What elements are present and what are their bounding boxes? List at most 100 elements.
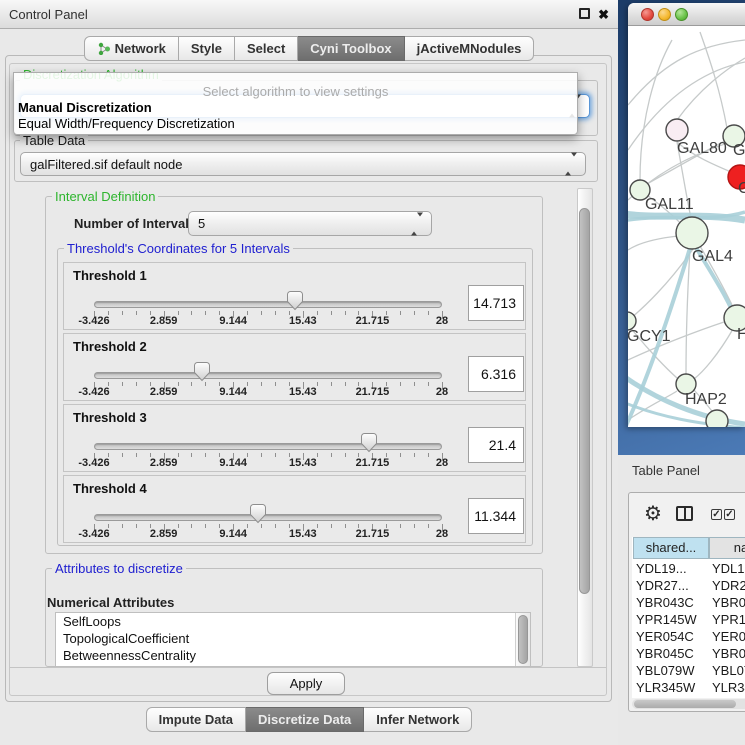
slider-tick-label: -3.426 xyxy=(78,457,109,469)
main-scrollbar-thumb[interactable] xyxy=(579,208,590,594)
threshold-value-field[interactable]: 21.4 xyxy=(468,427,524,463)
slider-tick xyxy=(275,524,276,528)
gear-icon[interactable]: ⚙ xyxy=(644,501,662,526)
table-row[interactable]: YDR27...YDR27... xyxy=(632,577,745,594)
table-row[interactable]: YPR145WYPR145W xyxy=(632,611,745,628)
network-node-label: H xyxy=(737,326,745,343)
tab-style[interactable]: Style xyxy=(179,36,235,61)
slider-thumb[interactable] xyxy=(249,503,267,524)
combo-arrows-icon xyxy=(411,212,423,235)
numerical-attributes-list[interactable]: SelfLoopsTopologicalCoefficientBetweenne… xyxy=(55,612,531,667)
dropdown-prompt-item[interactable]: Select algorithm to view settings xyxy=(14,84,577,99)
network-node-green[interactable] xyxy=(676,217,708,249)
table-row[interactable]: YER054CYER054C xyxy=(632,628,745,645)
attributes-scrollbar-thumb[interactable] xyxy=(518,615,528,664)
slider-tick xyxy=(261,382,262,386)
select-all-checkbox-icon[interactable]: ✓ xyxy=(711,509,722,520)
slider-tick xyxy=(345,524,346,528)
number-of-intervals-combobox[interactable]: 5 xyxy=(188,211,432,236)
attributes-group-label: Attributes to discretize xyxy=(52,561,186,576)
network-node-label: GCY1 xyxy=(628,328,671,345)
tab-select[interactable]: Select xyxy=(235,36,298,61)
slider-thumb[interactable] xyxy=(360,432,378,453)
tab-label: Style xyxy=(191,37,222,60)
tab-jactivemnodules[interactable]: jActiveMNodules xyxy=(405,36,535,61)
attributes-scrollbar[interactable] xyxy=(515,613,530,666)
table-row[interactable]: YBR043CYBR043C xyxy=(632,594,745,611)
tab-cyni-toolbox[interactable]: Cyni Toolbox xyxy=(298,36,404,61)
bottom-tab-label: Impute Data xyxy=(159,708,233,731)
slider-thumb[interactable] xyxy=(193,361,211,382)
network-canvas[interactable]: GAL80GALCGAL11GAL4HGCY1HAP2 xyxy=(628,26,745,427)
table-hscrollbar[interactable] xyxy=(632,699,745,709)
network-node-label: GAL xyxy=(733,142,745,159)
slider-tick-label: 28 xyxy=(436,315,448,327)
bottom-tab-discretize-data[interactable]: Discretize Data xyxy=(246,707,364,732)
table-cell: YDR27... xyxy=(636,577,712,594)
slider-tick xyxy=(136,382,137,386)
thresholds-group-label: Threshold's Coordinates for 5 Intervals xyxy=(64,241,293,256)
threshold-value-field[interactable]: 11.344 xyxy=(468,498,524,534)
dropdown-item-equal-width-frequency-discretization[interactable]: Equal Width/Frequency Discretization xyxy=(18,116,235,131)
slider-tick-label: 28 xyxy=(436,528,448,540)
table-column-header-shared-name[interactable]: shared... xyxy=(633,537,709,559)
network-edge xyxy=(628,236,678,250)
network-node-green[interactable] xyxy=(706,410,728,427)
table-column-header-name[interactable]: name xyxy=(709,537,745,559)
content-bottom-divider xyxy=(10,667,606,668)
table-row[interactable]: YBL079WYBL079W xyxy=(632,662,745,679)
table-row[interactable]: YIL052CYIL052C xyxy=(632,696,745,698)
slider-track[interactable] xyxy=(94,372,442,379)
network-node-label: GAL4 xyxy=(692,248,733,265)
algorithm-dropdown-popup: Select algorithm to view settings Manual… xyxy=(13,72,578,135)
table-cell: YBR043C xyxy=(712,594,745,611)
slider-tick xyxy=(331,524,332,528)
table-row[interactable]: YBR045CYBR045C xyxy=(632,645,745,662)
slider-track[interactable] xyxy=(94,514,442,521)
node-attribute-table[interactable]: shared...name YDL19...YDL19...YDR27...YD… xyxy=(632,537,745,698)
threshold-value-field[interactable]: 14.713 xyxy=(468,285,524,321)
close-icon[interactable]: ✖ xyxy=(598,8,609,21)
minimize-traffic-icon[interactable] xyxy=(658,8,671,21)
control-panel-window: Control Panel ✖ NetworkStyleSelectCyni T… xyxy=(0,0,618,745)
slider-tick xyxy=(400,382,401,386)
slider-tick-label: 21.715 xyxy=(356,315,390,327)
network-node-pink[interactable] xyxy=(666,119,688,141)
number-of-intervals-value: 5 xyxy=(198,216,205,231)
bottom-tab-infer-network[interactable]: Infer Network xyxy=(364,707,472,732)
select-none-checkbox-icon[interactable]: ✓ xyxy=(724,509,735,520)
table-hscrollbar-thumb[interactable] xyxy=(634,700,736,708)
table-row[interactable]: YDL19...YDL19... xyxy=(632,560,745,577)
slider-tick xyxy=(261,453,262,457)
close-traffic-icon[interactable] xyxy=(641,8,654,21)
bottom-tab-impute-data[interactable]: Impute Data xyxy=(146,707,246,732)
threshold-value-field[interactable]: 6.316 xyxy=(468,356,524,392)
attribute-list-item[interactable]: TopologicalCoefficient xyxy=(56,630,530,647)
split-columns-icon[interactable] xyxy=(676,506,693,521)
network-node-label: C xyxy=(738,180,745,197)
attribute-list-item[interactable]: BetweennessCentrality xyxy=(56,647,530,664)
attribute-list-item[interactable]: SelfLoops xyxy=(56,613,530,630)
main-scrollbar-track[interactable] xyxy=(577,188,593,667)
table-data-combobox[interactable]: galFiltered.sif default node xyxy=(20,152,586,176)
zoom-traffic-icon[interactable] xyxy=(675,8,688,21)
table-cell: YLR345W xyxy=(636,679,712,696)
network-window-titlebar[interactable] xyxy=(628,3,745,26)
slider-tick xyxy=(136,453,137,457)
dropdown-item-manual-discretization[interactable]: Manual Discretization xyxy=(18,100,152,115)
slider-track[interactable] xyxy=(94,301,442,308)
tab-network[interactable]: Network xyxy=(84,36,179,61)
threshold-label: Threshold 2 xyxy=(73,339,147,354)
slider-thumb[interactable] xyxy=(286,290,304,311)
apply-button[interactable]: Apply xyxy=(267,672,345,695)
slider-tick xyxy=(331,382,332,386)
slider-tick xyxy=(414,453,415,457)
slider-tick-label: -3.426 xyxy=(78,528,109,540)
slider-tick-label: 28 xyxy=(436,386,448,398)
slider-tick xyxy=(122,311,123,315)
table-row[interactable]: YLR345WYLR345W xyxy=(632,679,745,696)
network-view-window: GAL80GALCGAL11GAL4HGCY1HAP2 xyxy=(628,3,745,427)
slider-track[interactable] xyxy=(94,443,442,450)
float-window-icon[interactable] xyxy=(579,8,590,19)
number-of-intervals-label: Number of Intervals xyxy=(74,216,196,231)
